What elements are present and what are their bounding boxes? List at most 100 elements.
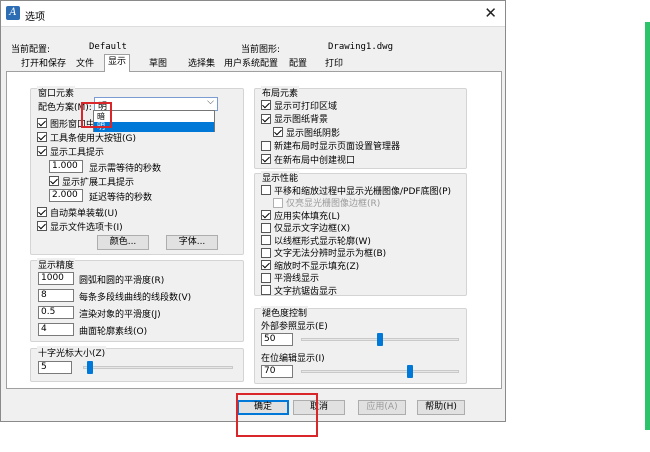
tab-selection[interactable]: 选择集 [184,56,219,71]
performance-option-7[interactable]: 平滑线显示 [261,272,319,284]
close-icon[interactable]: ✕ [484,4,497,22]
file-tabs-checkbox[interactable]: 显示文件选项卡(I) [37,220,123,233]
checkbox-box [37,146,47,156]
xref-fade-input[interactable]: 50 [261,333,293,346]
xref-fade-label: 外部参照显示(E) [261,322,328,332]
performance-option-1-label: 仅亮显光栅图像边框(R) [286,199,381,209]
options-dialog: A 选项 ✕ 当前配置: Default 当前图形: Drawing1.dwg … [0,0,506,422]
checkbox-box [261,154,271,164]
apply-button[interactable]: 应用(A) [358,400,406,415]
current-profile-value: Default [89,42,127,52]
performance-option-1: 仅亮显光栅图像边框(R) [273,197,380,209]
checkbox-box [261,247,271,258]
tooltip-delay-input[interactable]: 1.000 [49,160,83,173]
performance-option-8[interactable]: 文字抗锯齿显示 [261,284,338,297]
tab-plot[interactable]: 打印 [321,56,347,71]
window-title: 选项 [25,12,45,23]
checkbox-box [49,176,59,186]
performance-option-6-label: 缩放时不显示填充(Z) [274,261,360,272]
performance-option-7-label: 平滑线显示 [274,274,320,284]
crosshair-slider-thumb[interactable] [87,361,94,374]
inplace-fade-slider-thumb[interactable] [407,365,414,378]
layout-option-2[interactable]: 显示图纸阴影 [273,126,341,139]
checkbox-box [261,222,271,233]
layout-option-2-label: 显示图纸阴影 [286,128,341,139]
display-performance-title: 显示性能 [261,171,300,184]
performance-option-0[interactable]: 平移和缩放过程中显示光栅图像/PDF底图(P) [261,184,452,197]
contour-lines-input[interactable]: 4 [38,323,74,336]
layout-option-4[interactable]: 在新布局中创建视口 [261,153,355,166]
tab-open-save[interactable]: 打开和保存 [17,56,70,71]
chevron-down-icon: ⌵ [207,97,214,107]
polyline-segments-input[interactable]: 8 [38,289,74,302]
checkbox-box [37,132,47,142]
accent-bar [645,22,650,430]
layout-option-3[interactable]: 新建布局时显示页面设置管理器 [261,140,400,152]
performance-option-2[interactable]: 应用实体填充(L) [261,209,341,222]
checkbox-box [261,285,271,295]
fade-control-title: 褪色度控制 [261,306,309,319]
render-smoothness-input[interactable]: 0.5 [38,306,74,319]
tab-files[interactable]: 文件 [72,56,98,71]
app-icon: A [6,6,20,20]
color-scheme-select[interactable]: 明 ⌵ [94,97,218,112]
checkbox-box [37,118,47,128]
display-performance-group: 显示性能 平移和缩放过程中显示光栅图像/PDF底图(P) 仅亮显光栅图像边框(R)… [254,171,467,297]
checkbox-box [261,100,271,110]
color-scheme-option-dark[interactable]: 暗 [94,112,214,122]
crosshair-size-input[interactable]: 5 [38,361,72,374]
inplace-fade-label: 在位编辑显示(I) [261,354,325,364]
checkbox-box [261,210,271,220]
performance-option-8-label: 文字抗锯齿显示 [274,286,338,297]
layout-option-1[interactable]: 显示图纸背景 [261,113,328,125]
current-drawing-value: Drawing1.dwg [328,42,394,52]
auto-menu-checkbox[interactable]: 自动菜单装载(U) [37,206,118,219]
performance-option-6[interactable]: 缩放时不显示填充(Z) [261,259,360,272]
current-drawing-label: 当前图形: [241,45,281,55]
color-scheme-option-light[interactable]: 明 [94,122,214,132]
inplace-fade-input[interactable]: 70 [261,365,293,378]
tab-user-preferences[interactable]: 用户系统配置 [220,56,282,71]
large-buttons-checkbox[interactable]: 工具条使用大按钮(G) [37,131,136,144]
checkbox-box [261,113,271,124]
crosshair-slider-track[interactable] [83,366,233,369]
contour-lines-label: 曲面轮廓素线(O) [79,327,148,337]
checkbox-box [37,221,47,231]
layout-option-0-label: 显示可打印区域 [274,101,338,112]
checkbox-box [261,260,271,270]
title-bar: A 选项 ✕ [1,1,505,27]
layout-option-3-label: 新建布局时显示页面设置管理器 [274,142,401,152]
tab-drafting[interactable]: 草图 [145,56,171,71]
ext-delay-input[interactable]: 2.000 [49,189,83,202]
current-profile-label: 当前配置: [11,45,51,55]
display-precision-title: 显示精度 [37,258,76,271]
tab-display[interactable]: 显示 [104,54,131,72]
inplace-fade-slider-track[interactable] [301,370,459,373]
performance-option-3[interactable]: 仅显示文字边框(X) [261,222,350,234]
window-elements-title: 窗口元素 [37,86,76,99]
help-button[interactable]: 帮助(H) [417,400,465,415]
performance-option-3-label: 仅显示文字边框(X) [274,224,351,234]
performance-option-2-label: 应用实体填充(L) [274,211,341,222]
performance-option-4[interactable]: 以线框形式显示轮廓(W) [261,234,371,247]
performance-option-5[interactable]: 文字无法分辨时显示为框(B) [261,247,386,259]
show-tooltips-checkbox[interactable]: 显示工具提示 [37,145,104,158]
colors-button[interactable]: 颜色... [97,235,149,250]
ext-tooltips-checkbox[interactable]: 显示扩展工具提示 [49,175,134,188]
layout-elements-group: 布局元素 显示可打印区域 显示图纸背景显示图纸阴影新建布局时显示页面设置管理器 在新… [254,86,467,169]
checkbox-box [261,235,271,245]
xref-fade-slider-thumb[interactable] [377,333,383,346]
polyline-segments-label: 每条多段线曲线的线段数(V) [79,293,192,303]
performance-option-5-label: 文字无法分辨时显示为框(B) [274,249,387,259]
performance-option-4-label: 以线框形式显示轮廓(W) [274,236,371,247]
arc-smoothness-input[interactable]: 1000 [38,272,74,285]
tooltip-delay-label: 显示需等待的秒数 [89,164,162,174]
fonts-button[interactable]: 字体... [166,235,218,250]
layout-elements-title: 布局元素 [261,86,300,99]
display-precision-group: 显示精度 1000 圆弧和圆的平滑度(R) 8 每条多段线曲线的线段数(V) 0… [30,258,244,342]
layout-option-0[interactable]: 显示可打印区域 [261,99,338,112]
performance-option-0-label: 平移和缩放过程中显示光栅图像/PDF底图(P) [274,186,452,197]
checkbox-box [273,197,283,208]
tab-profiles[interactable]: 配置 [285,56,311,71]
ext-delay-label: 延迟等待的秒数 [89,193,153,203]
